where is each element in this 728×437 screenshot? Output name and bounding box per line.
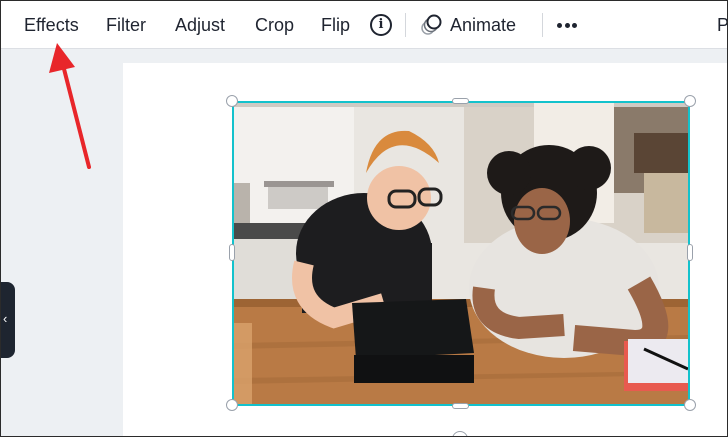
resize-handle-bottom-right[interactable] <box>684 399 696 411</box>
resize-handle-bottom-left[interactable] <box>226 399 238 411</box>
animate-icon[interactable] <box>419 13 443 37</box>
toolbar-divider <box>542 13 543 37</box>
filter-button[interactable]: Filter <box>106 13 146 37</box>
adjust-button[interactable]: Adjust <box>175 13 225 37</box>
more-options-icon[interactable] <box>557 23 577 29</box>
chevron-left-icon: ‹ <box>3 311 8 326</box>
resize-handle-top-right[interactable] <box>684 95 696 107</box>
effects-button[interactable]: Effects <box>24 13 79 37</box>
editor-window: Effects Filter Adjust Crop Flip i Animat… <box>0 0 728 437</box>
resize-handle-top-left[interactable] <box>226 95 238 107</box>
collapse-panel-button[interactable]: ‹ <box>1 282 15 358</box>
resize-handle-right[interactable] <box>687 244 693 261</box>
photo-image <box>234 103 688 404</box>
flip-button[interactable]: Flip <box>321 13 350 37</box>
annotation-arrow <box>49 43 91 169</box>
resize-handle-top[interactable] <box>452 98 469 104</box>
crop-button[interactable]: Crop <box>255 13 294 37</box>
resize-handle-bottom[interactable] <box>452 403 469 409</box>
image-toolbar: Effects Filter Adjust Crop Flip i Animat… <box>1 1 727 49</box>
toolbar-divider <box>405 13 406 37</box>
position-button[interactable]: P <box>717 13 727 37</box>
resize-handle-left[interactable] <box>229 244 235 261</box>
info-icon[interactable]: i <box>370 14 392 36</box>
animate-button[interactable]: Animate <box>450 13 516 37</box>
selected-photo[interactable] <box>232 101 690 406</box>
